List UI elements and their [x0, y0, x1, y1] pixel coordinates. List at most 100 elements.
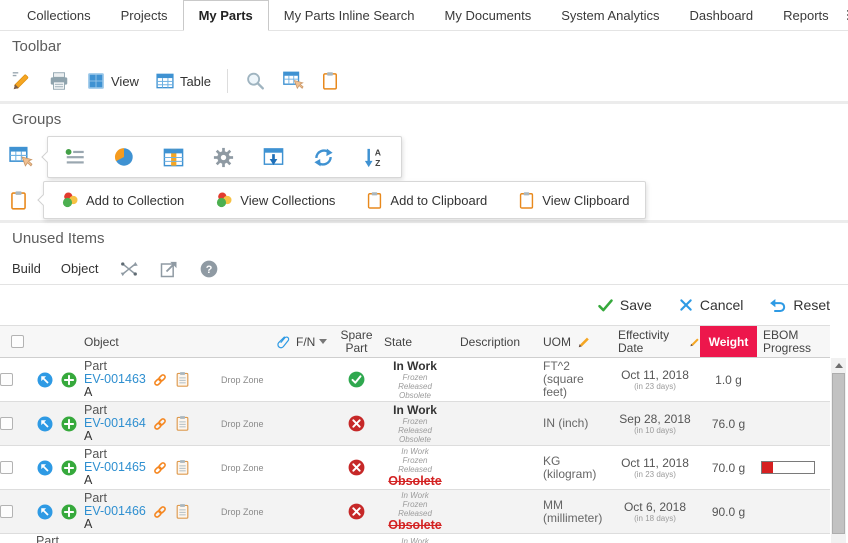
settings-button[interactable]	[212, 146, 235, 169]
object-menu[interactable]: Object	[61, 261, 99, 276]
row-checkbox[interactable]	[0, 373, 13, 386]
view-collections-button[interactable]: View Collections	[214, 190, 335, 210]
part-type: Part	[36, 534, 59, 543]
column-header-spare-part[interactable]: Spare Part	[335, 326, 378, 357]
effectivity-label: Effectivity Date	[618, 329, 684, 355]
tab-my-parts-inline-search[interactable]: My Parts Inline Search	[269, 0, 430, 30]
clipboard-lines-icon[interactable]	[174, 371, 191, 388]
link-icon[interactable]	[152, 460, 168, 476]
tab-my-parts[interactable]: My Parts	[183, 0, 269, 31]
goto-icon[interactable]	[36, 503, 54, 521]
scroll-up-button[interactable]	[831, 358, 846, 372]
date-note: (in 10 days)	[634, 426, 676, 435]
table-button[interactable]: Table	[155, 71, 211, 91]
goto-icon[interactable]	[36, 459, 54, 477]
goto-icon[interactable]	[36, 415, 54, 433]
column-header-effectivity-date[interactable]: Effectivity Date	[610, 326, 700, 357]
table-download-button[interactable]	[262, 146, 285, 169]
goto-icon[interactable]	[36, 371, 54, 389]
table-hand-icon	[8, 145, 33, 170]
scrollbar-thumb[interactable]	[832, 373, 845, 534]
drop-zone[interactable]: Drop Zone	[221, 419, 264, 429]
top-nav: Collections Projects My Parts My Parts I…	[0, 0, 848, 31]
pencil-icon[interactable]	[689, 335, 700, 349]
clipboard-icon	[517, 191, 536, 210]
tab-projects[interactable]: Projects	[106, 0, 183, 30]
refresh-button[interactable]	[312, 146, 335, 169]
tab-system-analytics[interactable]: System Analytics	[546, 0, 674, 30]
ebom-progress-cell	[757, 358, 830, 401]
column-header-ebom-progress[interactable]: EBOM Progress	[757, 326, 830, 357]
tab-my-documents[interactable]: My Documents	[430, 0, 547, 30]
search-button[interactable]	[244, 70, 266, 92]
add-icon[interactable]	[60, 371, 78, 389]
view-button-label: View	[111, 74, 139, 89]
row-checkbox[interactable]	[0, 505, 13, 518]
vertical-scrollbar[interactable]	[831, 358, 846, 543]
select-all-checkbox[interactable]	[11, 335, 24, 348]
save-button[interactable]: Save	[597, 297, 652, 314]
table-row[interactable]: Part EV-001465 A Drop Zone In Work Froze…	[0, 446, 830, 490]
clipboard-button[interactable]	[320, 71, 340, 91]
add-icon[interactable]	[60, 503, 78, 521]
description-cell	[452, 402, 535, 445]
table-row[interactable]: Part EV-001464 A Drop Zone In Work Froze…	[0, 402, 830, 446]
part-number-link[interactable]: EV-001465	[84, 460, 146, 474]
view-button[interactable]: View	[86, 71, 139, 91]
table-row[interactable]: Part EV-001466 A Drop Zone In Work Froze…	[0, 490, 830, 534]
drop-zone[interactable]: Drop Zone	[221, 507, 264, 517]
help-button[interactable]	[199, 259, 219, 279]
route-button[interactable]	[119, 259, 139, 279]
state-option: Released	[398, 509, 432, 518]
link-icon[interactable]	[152, 416, 168, 432]
clipboard-lines-icon[interactable]	[174, 459, 191, 476]
print-button[interactable]	[48, 70, 70, 92]
reset-button[interactable]: Reset	[769, 296, 830, 314]
column-header-fn[interactable]: F/N	[270, 326, 335, 357]
chevron-down-icon[interactable]	[319, 339, 327, 344]
view-clipboard-button[interactable]: View Clipboard	[517, 191, 629, 210]
part-number-link[interactable]: EV-001464	[84, 416, 146, 430]
hamburger-menu-icon[interactable]	[844, 0, 848, 30]
column-header-description[interactable]: Description	[452, 326, 535, 357]
column-header-object[interactable]: Object	[34, 326, 270, 357]
drop-zone[interactable]: Drop Zone	[221, 375, 264, 385]
part-number-link[interactable]: EV-001466	[84, 504, 146, 518]
clipboard-lines-icon[interactable]	[174, 415, 191, 432]
weight-cell: 1.0 g	[700, 358, 757, 401]
build-menu[interactable]: Build	[12, 261, 41, 276]
edit-button[interactable]	[10, 70, 32, 92]
clipboard-lines-icon[interactable]	[174, 503, 191, 520]
drop-zone[interactable]: Drop Zone	[221, 463, 264, 473]
add-icon[interactable]	[60, 415, 78, 433]
add-to-clipboard-button[interactable]: Add to Clipboard	[365, 191, 487, 210]
add-icon[interactable]	[60, 459, 78, 477]
row-checkbox[interactable]	[0, 461, 13, 474]
table-columns-button[interactable]	[162, 146, 185, 169]
pie-chart-button[interactable]	[113, 146, 135, 168]
list-settings-button[interactable]	[64, 146, 86, 168]
table-select-button[interactable]	[282, 70, 304, 92]
table-row[interactable]: Part EV-001463 A Drop Zone In Work Froze…	[0, 358, 830, 402]
tab-collections[interactable]: Collections	[12, 0, 106, 30]
column-header-uom[interactable]: UOM	[535, 326, 610, 357]
add-to-collection-button[interactable]: Add to Collection	[60, 190, 184, 210]
groups-trigger-button[interactable]	[8, 145, 33, 170]
pencil-icon[interactable]	[577, 335, 591, 349]
row-checkbox[interactable]	[0, 417, 13, 430]
link-icon[interactable]	[152, 504, 168, 520]
tab-dashboard[interactable]: Dashboard	[675, 0, 769, 30]
column-header-state[interactable]: State	[378, 326, 452, 357]
state-option: Obsolete	[399, 435, 431, 444]
table-row[interactable]: Part In Work	[0, 534, 830, 543]
flyout-pointer	[41, 151, 52, 162]
open-external-button[interactable]	[159, 259, 179, 279]
collection-icon	[60, 190, 80, 210]
part-number-link[interactable]: EV-001463	[84, 372, 146, 386]
clipboard-trigger-button[interactable]	[8, 190, 29, 211]
link-icon[interactable]	[152, 372, 168, 388]
column-header-weight[interactable]: Weight	[700, 326, 757, 357]
cancel-button[interactable]: Cancel	[678, 297, 744, 313]
sort-az-button[interactable]	[362, 146, 385, 169]
tab-reports[interactable]: Reports	[768, 0, 844, 30]
